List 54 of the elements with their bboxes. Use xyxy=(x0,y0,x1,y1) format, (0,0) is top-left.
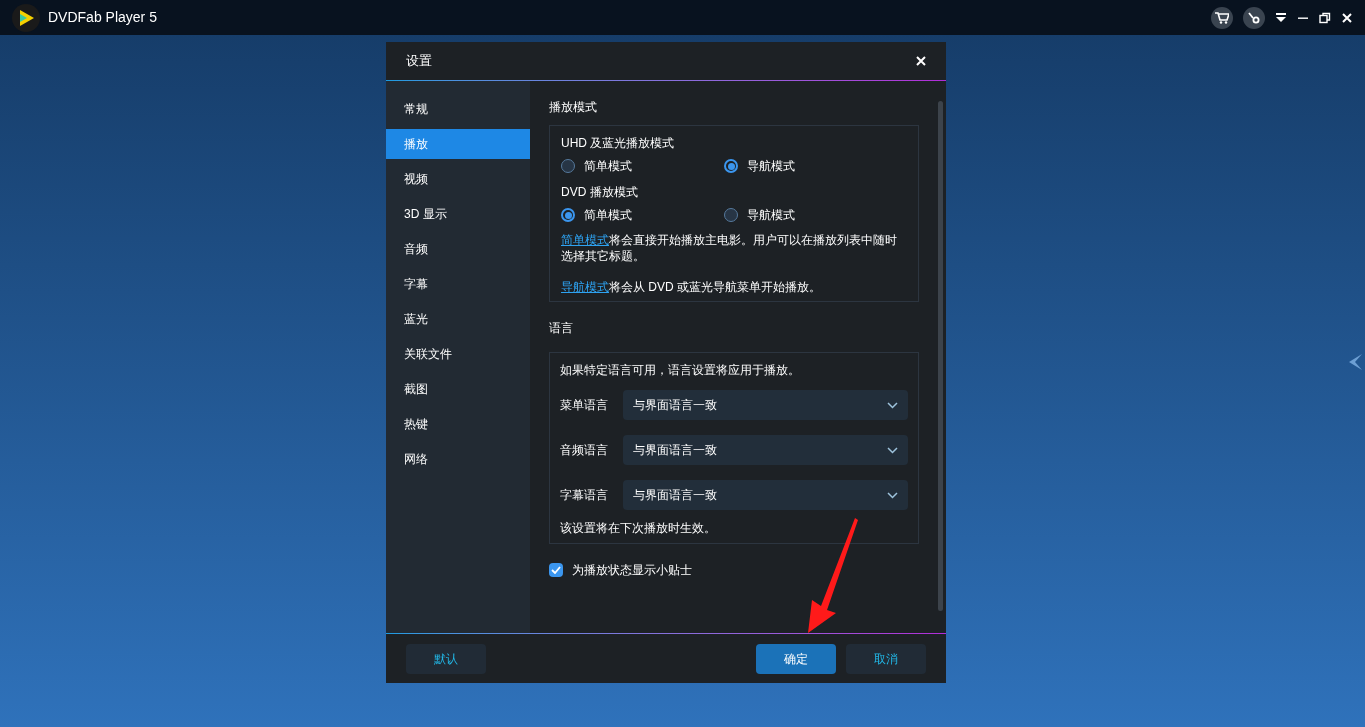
sidebar-item[interactable]: 音频 xyxy=(386,233,530,264)
mode-link[interactable]: 简单模式 xyxy=(561,233,609,247)
sidebar-item[interactable]: 蓝光 xyxy=(386,303,530,334)
cancel-button[interactable]: 取消 xyxy=(846,643,926,674)
app-title: DVDFab Player 5 xyxy=(48,8,157,27)
radio-label: 简单模式 xyxy=(584,158,632,175)
sidebar-item[interactable]: 网络 xyxy=(386,443,530,474)
chevron-down-icon xyxy=(887,446,898,454)
info-text: 该设置将在下次播放时生效。 xyxy=(560,520,717,537)
checkbox-label: 为播放状态显示小贴士 xyxy=(572,562,692,579)
sidebar-item[interactable]: 字幕 xyxy=(386,268,530,299)
language-dropdown[interactable]: 与界面语言一致 xyxy=(623,480,908,510)
sidebar-item[interactable]: 常规 xyxy=(386,93,530,124)
play-logo-icon xyxy=(12,3,40,32)
language-dropdown[interactable]: 与界面语言一致 xyxy=(623,390,908,420)
field-label: 字幕语言 xyxy=(560,487,609,504)
sidebar-item[interactable]: 热键 xyxy=(386,408,530,439)
close-icon[interactable] xyxy=(916,56,926,66)
info-text: 如果特定语言可用，语言设置将应用于播放。 xyxy=(560,362,801,379)
field-label: 菜单语言 xyxy=(560,397,609,414)
mode-link[interactable]: 导航模式 xyxy=(561,280,609,294)
sidebar-item[interactable]: 关联文件 xyxy=(386,338,530,369)
radio-button[interactable] xyxy=(561,159,575,173)
group-label: DVD 播放模式 xyxy=(561,184,639,201)
description-text: 简单模式将会直接开始播放主电影。用户可以在播放列表中随时选择其它标题。 xyxy=(561,232,898,264)
radio-label: 简单模式 xyxy=(584,207,632,224)
chevron-down-icon xyxy=(887,491,898,499)
section-heading: 播放模式 xyxy=(549,99,598,116)
sidebar-item[interactable]: 播放 xyxy=(386,128,530,159)
sidebar-item[interactable]: 3D 显示 xyxy=(386,198,530,229)
sidebar-item[interactable]: 视频 xyxy=(386,163,530,194)
ok-button[interactable]: 确定 xyxy=(756,643,836,674)
dialog-title: 设置 xyxy=(406,52,432,71)
radio-button[interactable] xyxy=(724,159,738,173)
key-icon[interactable] xyxy=(1243,6,1265,29)
radio-label: 导航模式 xyxy=(747,158,795,175)
collapse-arrow-icon[interactable] xyxy=(1347,353,1363,371)
section-heading: 语言 xyxy=(549,320,574,337)
dropdown-menu-icon[interactable] xyxy=(1275,12,1287,23)
restore-icon[interactable] xyxy=(1319,11,1331,24)
radio-button[interactable] xyxy=(724,208,738,222)
close-icon[interactable] xyxy=(1341,11,1353,24)
cart-icon[interactable] xyxy=(1211,6,1233,29)
language-dropdown[interactable]: 与界面语言一致 xyxy=(623,435,908,465)
radio-button[interactable] xyxy=(561,208,575,222)
radio-label: 导航模式 xyxy=(747,207,795,224)
chevron-down-icon xyxy=(887,401,898,409)
sidebar-item[interactable]: 截图 xyxy=(386,373,530,404)
field-label: 音频语言 xyxy=(560,442,609,459)
description-text: 导航模式将会从 DVD 或蓝光导航菜单开始播放。 xyxy=(561,279,822,295)
default-button[interactable]: 默认 xyxy=(406,643,486,674)
checkbox[interactable] xyxy=(549,563,563,577)
group-label: UHD 及蓝光播放模式 xyxy=(561,135,676,152)
scrollbar-thumb[interactable] xyxy=(938,101,943,611)
